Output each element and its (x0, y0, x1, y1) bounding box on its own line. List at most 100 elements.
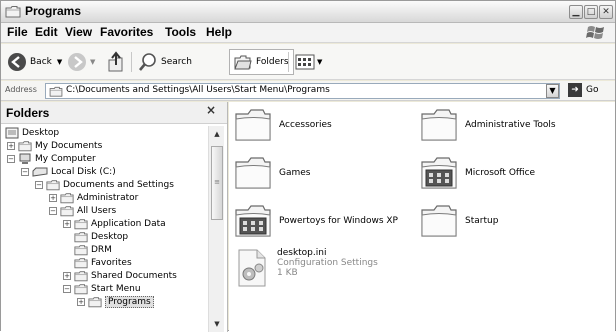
tree-item-administrator[interactable]: + Administrator (49, 191, 138, 204)
folder-item-powertoys[interactable]: Powertoys for Windows XP (233, 204, 398, 238)
tree-item-label: Start Menu (91, 283, 141, 294)
views-icon (295, 54, 315, 70)
folder-item-microsoft-office[interactable]: Microsoft Office (419, 156, 535, 190)
file-size: 1 KB (277, 268, 298, 278)
file-name: desktop.ini (277, 248, 327, 258)
collapse-icon[interactable]: − (35, 180, 43, 189)
tree-item-local-disk[interactable]: − Local Disk (C:) (21, 165, 116, 178)
folders-button[interactable]: Folders (229, 49, 294, 75)
go-button[interactable]: ➜ Go (568, 83, 598, 97)
expand-icon[interactable]: + (49, 193, 57, 202)
close-pane-icon[interactable]: × (206, 103, 216, 117)
folder-icon (18, 140, 32, 152)
menu-edit[interactable]: Edit (35, 25, 58, 39)
windows-logo-icon (586, 26, 604, 39)
toolbar: Back ▼ ▼ Search Folders ▼ (1, 44, 615, 80)
views-dropdown-icon: ▼ (317, 58, 323, 66)
collapse-icon[interactable]: − (7, 154, 15, 163)
tree-item-label: All Users (77, 205, 117, 216)
item-label: Games (279, 168, 311, 178)
views-button[interactable]: ▼ (295, 48, 322, 76)
tree-item-shared-documents[interactable]: + Shared Documents (63, 269, 177, 282)
expand-icon[interactable]: + (63, 271, 71, 280)
forward-dropdown-icon[interactable]: ▼ (90, 58, 95, 66)
close-button[interactable]: ✕ (599, 5, 613, 19)
expand-icon[interactable]: + (77, 297, 85, 306)
tree-scrollbar[interactable]: ▲ ≡ ▼ (208, 126, 224, 332)
menu-bar: File Edit View Favorites Tools Help (1, 23, 615, 43)
folder-icon (74, 257, 88, 269)
item-label: Startup (465, 216, 499, 226)
menu-favorites[interactable]: Favorites (100, 25, 153, 39)
tree-item-label: My Computer (35, 153, 96, 164)
folder-icon (74, 244, 88, 256)
expand-icon[interactable]: + (7, 141, 15, 150)
maximize-button[interactable]: □ (584, 5, 598, 19)
forward-arrow-icon (68, 53, 86, 71)
address-label: Address (5, 85, 37, 94)
back-label: Back (30, 57, 52, 67)
program-folder-icon (419, 156, 459, 190)
window-title: Programs (25, 4, 82, 18)
tree-item-documents-and-settings[interactable]: − Documents and Settings (35, 178, 174, 191)
drive-icon (32, 167, 48, 177)
menu-file[interactable]: File (7, 25, 28, 39)
tree-item-application-data[interactable]: + Application Data (63, 217, 166, 230)
folder-icon (74, 270, 88, 282)
back-button[interactable]: Back ▼ (7, 48, 62, 76)
folders-pane: Folders × Desktop + My Documents − My Co… (1, 102, 228, 332)
tree-item-desktop-folder[interactable]: Desktop (63, 230, 128, 243)
folders-icon (234, 55, 252, 70)
folders-label: Folders (256, 57, 289, 67)
collapse-icon[interactable]: − (63, 284, 71, 293)
address-path: C:\Documents and Settings\All Users\Star… (66, 85, 330, 95)
tree-item-programs[interactable]: + Programs (77, 295, 154, 308)
scroll-up-icon[interactable]: ▲ (211, 128, 223, 140)
folder-icon (233, 108, 273, 142)
folder-item-startup[interactable]: Startup (419, 204, 498, 238)
search-icon (139, 53, 156, 71)
minimize-button[interactable]: ▁ (569, 5, 583, 19)
folder-item-games[interactable]: Games (233, 156, 310, 190)
computer-icon (19, 153, 31, 164)
address-dropdown-button[interactable]: ▼ (546, 84, 559, 98)
tree-item-favorites[interactable]: Favorites (63, 256, 132, 269)
up-button[interactable] (106, 48, 126, 76)
scroll-thumb[interactable]: ≡ (211, 146, 223, 220)
folder-icon (46, 179, 60, 191)
back-dropdown-icon[interactable]: ▼ (57, 58, 62, 66)
collapse-icon[interactable]: − (21, 167, 29, 176)
forward-button[interactable]: ▼ (67, 48, 95, 76)
search-button[interactable]: Search (138, 48, 192, 76)
tree-item-desktop[interactable]: Desktop (5, 126, 59, 139)
tree-item-my-computer[interactable]: − My Computer (7, 152, 96, 165)
folder-item-accessories[interactable]: Accessories (233, 108, 332, 142)
folder-icon (74, 218, 88, 230)
folder-icon (74, 231, 88, 243)
file-item-desktop-ini[interactable]: desktop.ini Configuration Settings 1 KB (233, 248, 378, 288)
go-arrow-icon: ➜ (568, 83, 582, 97)
collapse-icon[interactable]: − (49, 206, 57, 215)
tree-item-my-documents[interactable]: + My Documents (7, 139, 102, 152)
tree-item-label: My Documents (35, 140, 103, 151)
menu-help[interactable]: Help (206, 25, 232, 39)
folder-icon (60, 205, 74, 217)
folder-icon (88, 296, 102, 308)
title-bar[interactable]: Programs ▁ □ ✕ (1, 1, 615, 23)
menu-view[interactable]: View (65, 25, 92, 39)
folders-pane-header: Folders × (1, 102, 227, 124)
expand-icon[interactable]: + (63, 219, 71, 228)
folder-icon (419, 108, 459, 142)
address-input[interactable]: C:\Documents and Settings\All Users\Star… (45, 83, 560, 99)
folder-item-administrative-tools[interactable]: Administrative Tools (419, 108, 556, 142)
menu-tools[interactable]: Tools (165, 25, 196, 39)
item-label: Powertoys for Windows XP (279, 216, 398, 226)
tree-item-drm[interactable]: DRM (63, 243, 112, 256)
tree-item-start-menu[interactable]: − Start Menu (63, 282, 141, 295)
scroll-down-icon[interactable]: ▼ (211, 318, 223, 330)
tree-item-all-users[interactable]: − All Users (49, 204, 116, 217)
folder-icon (74, 283, 88, 295)
